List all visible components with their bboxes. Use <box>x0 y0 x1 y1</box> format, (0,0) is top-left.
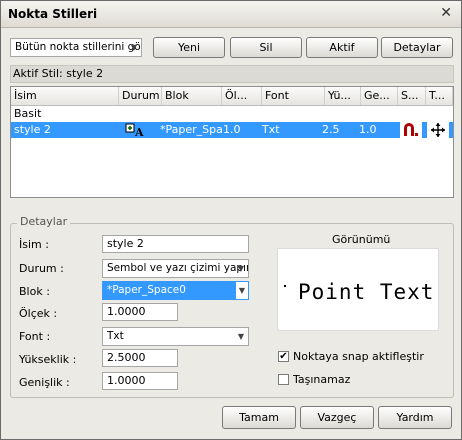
row-scale: 1.0 <box>223 123 241 136</box>
col-header-font[interactable]: Font <box>262 87 325 105</box>
table-row-selected[interactable]: style 2 A *Paper_Spac 1.0 Txt 2.5 1.0 <box>11 122 453 138</box>
width-label: Genişlik : <box>19 376 70 389</box>
immovable-checkbox[interactable] <box>278 374 289 385</box>
grid-header: İsim Durum Blok Öl... Font Yü... Ge... S… <box>11 87 453 106</box>
active-style-bar: Aktif Stil: style 2 <box>10 65 454 83</box>
block-dropdown[interactable]: *Paper_Space0 ▼ <box>102 281 249 300</box>
move-icon[interactable] <box>427 122 449 138</box>
snap-checkbox[interactable]: ✔ <box>278 351 289 362</box>
preview-panel: Point Text <box>277 248 439 331</box>
details-button[interactable]: Detaylar <box>381 37 453 58</box>
font-dropdown[interactable]: Txt ▼ <box>102 327 249 346</box>
immovable-label: Taşınamaz <box>293 373 351 386</box>
row-name: style 2 <box>14 123 51 136</box>
col-header-width[interactable]: Ge... <box>361 87 398 105</box>
height-label: Yükseklik : <box>19 353 77 366</box>
row-height: 2.5 <box>322 123 340 136</box>
delete-button[interactable]: Sil <box>230 37 302 58</box>
col-header-name[interactable]: İsim <box>11 87 119 105</box>
snap-icon[interactable] <box>400 122 422 138</box>
title-bar[interactable]: Nokta Stilleri ✕ <box>1 1 461 28</box>
svg-text:A: A <box>134 126 144 137</box>
snap-label: Noktaya snap aktifleştir <box>293 350 424 363</box>
block-label: Blok : <box>19 285 50 298</box>
font-value: Txt <box>107 330 124 342</box>
status-dropdown[interactable]: Sembol ve yazı çizimi yapır ▼ <box>102 259 249 278</box>
chevron-down-icon: ▼ <box>236 282 248 299</box>
filter-dropdown[interactable]: Bütün nokta stillerini gö ▼ <box>10 38 142 57</box>
preview-text: Point Text <box>298 280 435 304</box>
close-icon[interactable]: ✕ <box>440 5 452 21</box>
status-label: Durum : <box>19 262 64 275</box>
chevron-down-icon: ▼ <box>130 43 137 52</box>
window-title: Nokta Stilleri <box>8 7 98 21</box>
active-button[interactable]: Aktif <box>306 37 378 58</box>
col-header-status[interactable]: Durum <box>119 87 162 105</box>
row-width: 1.0 <box>359 123 377 136</box>
col-header-scale[interactable]: Öl... <box>222 87 262 105</box>
width-field[interactable]: 1.0000 <box>102 372 178 390</box>
scale-label: Ölçek : <box>19 307 58 320</box>
row-name: Basit <box>14 107 42 120</box>
dialog-window: Nokta Stilleri ✕ Bütün nokta stillerini … <box>0 0 462 440</box>
symbol-text-icon: A <box>125 122 155 138</box>
chevron-down-icon: ▼ <box>237 264 244 273</box>
height-field[interactable]: 2.5000 <box>102 349 178 367</box>
status-value: Sembol ve yazı çizimi yapır <box>107 262 249 274</box>
col-header-snap[interactable]: S... <box>398 87 426 105</box>
col-header-block[interactable]: Blok <box>162 87 222 105</box>
block-value: *Paper_Space0 <box>107 284 186 296</box>
row-block: *Paper_Spac <box>160 123 222 136</box>
name-label: İsim : <box>19 238 49 251</box>
name-field[interactable]: style 2 <box>102 235 249 253</box>
table-row[interactable]: Basit <box>11 106 453 122</box>
styles-grid[interactable]: İsim Durum Blok Öl... Font Yü... Ge... S… <box>10 86 454 198</box>
font-label: Font : <box>19 330 51 343</box>
preview-title: Görünümü <box>332 233 391 246</box>
ok-button[interactable]: Tamam <box>222 406 296 429</box>
filter-value: Bütün nokta stillerini gö <box>15 41 141 53</box>
point-marker-icon <box>284 285 286 287</box>
help-button[interactable]: Yardım <box>378 406 452 429</box>
cancel-button[interactable]: Vazgeç <box>300 406 374 429</box>
col-header-height[interactable]: Yü... <box>325 87 361 105</box>
scale-field[interactable]: 1.0000 <box>102 303 178 321</box>
col-header-move[interactable]: T... <box>426 87 453 105</box>
row-font: Txt <box>262 123 280 136</box>
details-group-title: Detaylar <box>17 215 71 228</box>
chevron-down-icon: ▼ <box>237 332 244 341</box>
new-button[interactable]: Yeni <box>153 37 225 58</box>
